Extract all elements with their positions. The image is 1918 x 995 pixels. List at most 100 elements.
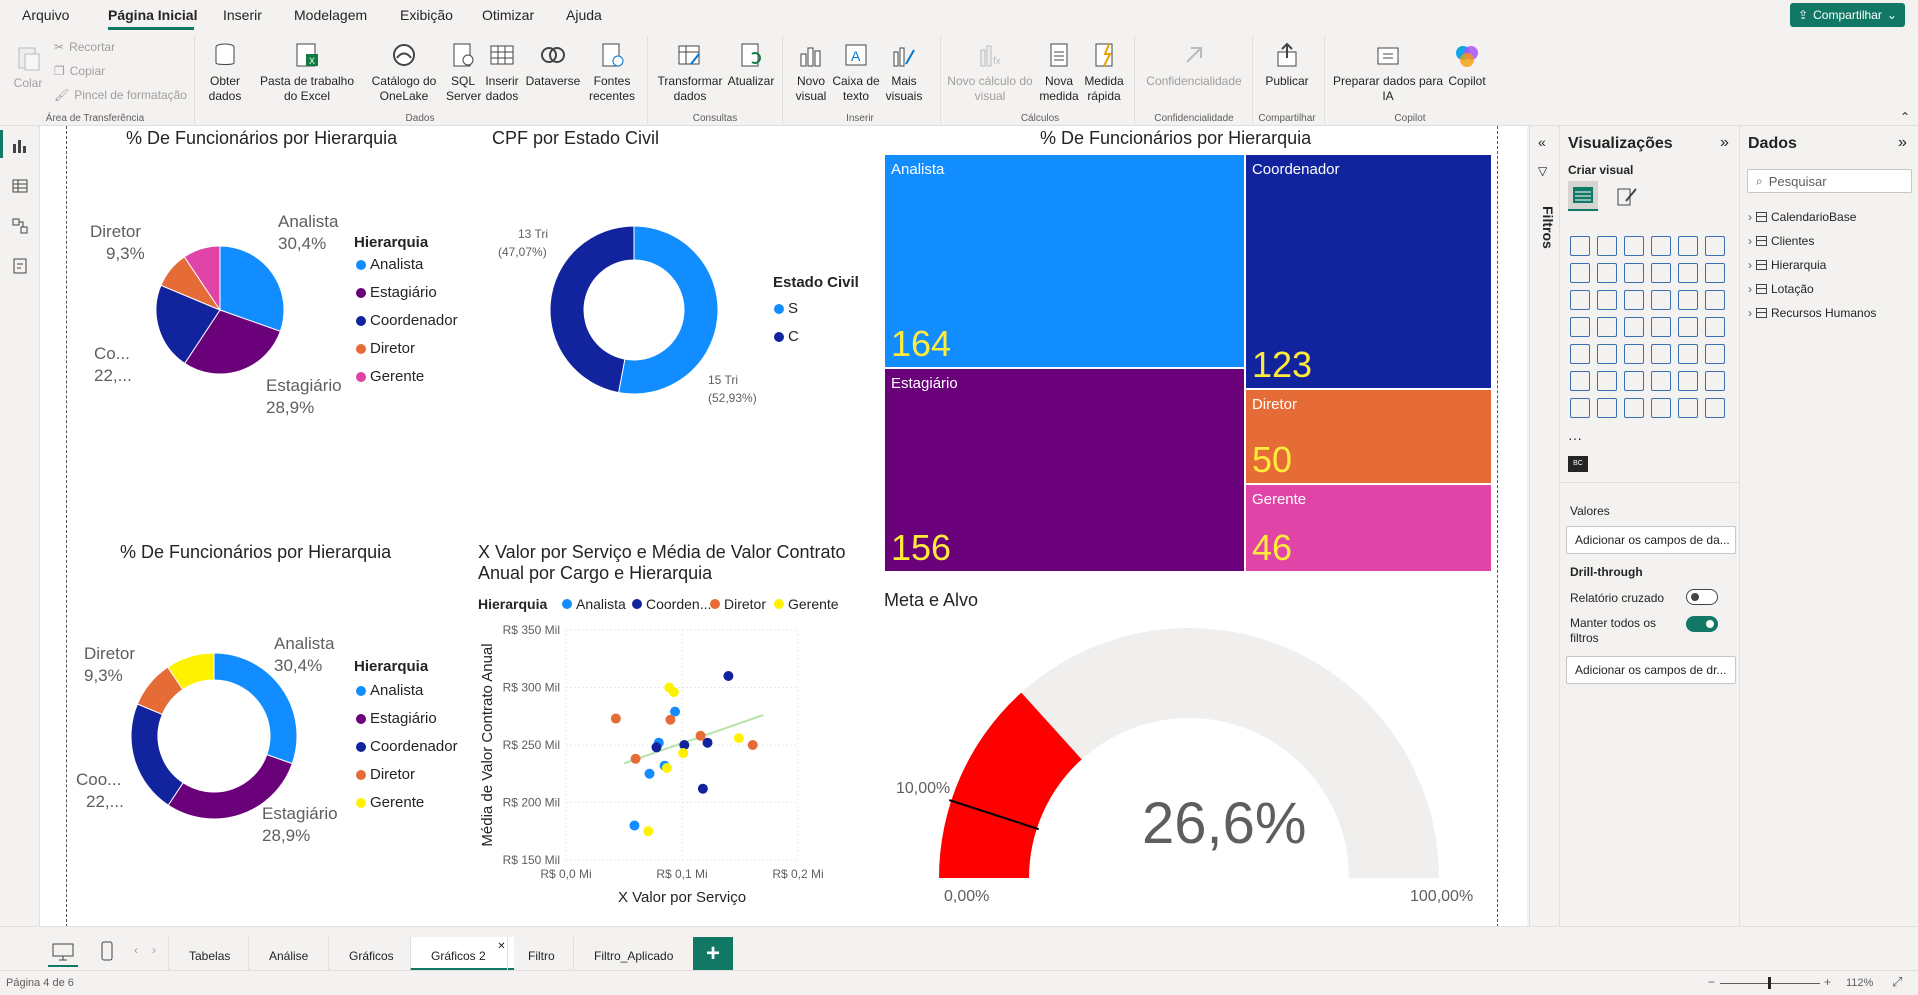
menu-modelagem[interactable]: Modelagem — [294, 7, 367, 23]
100-column-icon[interactable] — [1705, 236, 1725, 256]
zoom-slider-handle[interactable] — [1768, 977, 1771, 989]
treemap-cell-gerente[interactable]: Gerente 46 — [1245, 485, 1491, 571]
report-view-icon[interactable] — [10, 136, 30, 156]
area-icon[interactable] — [1597, 263, 1617, 283]
share-button[interactable]: ⇪ Compartilhar ⌄ — [1790, 3, 1905, 27]
paginated-icon[interactable] — [1705, 371, 1725, 391]
menu-ajuda[interactable]: Ajuda — [566, 7, 602, 23]
donut-cpf-legend-item[interactable]: S — [774, 300, 798, 317]
sensitivity-button[interactable]: Confidencialidade — [1140, 40, 1248, 89]
table-view-icon[interactable] — [10, 176, 30, 196]
key-influencers-icon[interactable] — [1597, 371, 1617, 391]
qa-icon[interactable] — [1651, 371, 1671, 391]
line-column-icon[interactable] — [1678, 263, 1698, 283]
scatter-legend-item[interactable]: Analista — [562, 596, 626, 612]
ribbon-icon[interactable] — [1651, 263, 1671, 283]
pie1-legend-item[interactable]: Gerente — [356, 368, 424, 385]
dax-query-view-icon[interactable] — [10, 256, 30, 276]
cut-button[interactable]: ✂ Recortar — [54, 40, 115, 54]
publish-button[interactable]: Publicar — [1260, 40, 1314, 89]
build-visual-tab[interactable] — [1568, 181, 1598, 211]
insert-data-button[interactable]: Inserir dados — [482, 40, 522, 104]
slicer-icon[interactable] — [1624, 344, 1644, 364]
scatter-legend-item[interactable]: Diretor — [710, 596, 766, 612]
menu-inserir[interactable]: Inserir — [223, 7, 262, 23]
custom-visual-icon[interactable]: BC — [1568, 456, 1588, 472]
python-icon[interactable] — [1570, 371, 1590, 391]
scatter-point[interactable] — [651, 742, 662, 753]
stacked-column-icon[interactable] — [1597, 236, 1617, 256]
scatter-point[interactable] — [610, 713, 621, 724]
recent-sources-button[interactable]: Fontes recentes — [584, 40, 640, 104]
shape-map-icon[interactable] — [1624, 317, 1644, 337]
keep-filters-toggle[interactable] — [1686, 616, 1718, 632]
tab-tabelas[interactable]: Tabelas — [168, 937, 250, 971]
more-visuals-ellipsis-icon[interactable]: ··· — [1568, 430, 1582, 446]
zoom-out-icon[interactable]: − — [1708, 975, 1715, 989]
text-box-button[interactable]: A Caixa de texto — [832, 40, 880, 104]
treemap-cell-estagiário[interactable]: Estagiário 156 — [885, 369, 1244, 571]
funnel-icon[interactable] — [1597, 290, 1617, 310]
gauge-chart[interactable] — [884, 610, 1494, 920]
card-icon[interactable] — [1705, 317, 1725, 337]
pie2-legend-item[interactable]: Gerente — [356, 794, 424, 811]
scatter-point[interactable] — [665, 714, 676, 725]
pie1-legend-item[interactable]: Analista — [356, 256, 423, 273]
azure-map-icon[interactable] — [1651, 317, 1671, 337]
scatter-point[interactable] — [747, 740, 758, 750]
donut-cpf-chart[interactable] — [546, 222, 722, 398]
copy-button[interactable]: ❐ Copiar — [54, 64, 105, 78]
line-icon[interactable] — [1570, 263, 1590, 283]
pie1-legend-item[interactable]: Estagiário — [356, 284, 437, 301]
100-bar-icon[interactable] — [1678, 236, 1698, 256]
tab-analise[interactable]: Análise — [248, 937, 328, 971]
menu-arquivo[interactable]: Arquivo — [22, 7, 69, 23]
scatter-point[interactable] — [697, 783, 708, 794]
values-drop-area[interactable]: Adicionar os campos de da... — [1566, 526, 1736, 554]
arcgis-icon[interactable] — [1705, 398, 1725, 418]
quick-measure-button[interactable]: Medida rápida — [1080, 40, 1128, 104]
filled-map-icon[interactable] — [1597, 317, 1617, 337]
model-view-icon[interactable] — [10, 216, 30, 236]
new-visual-button[interactable]: Novo visual — [788, 40, 834, 104]
pie2-slice-coordenador[interactable] — [130, 703, 184, 806]
matrix-icon[interactable] — [1678, 344, 1698, 364]
scatter-legend-item[interactable]: Coorden... — [632, 596, 711, 612]
prepare-ai-button[interactable]: Preparar dados para IA — [1332, 40, 1444, 104]
button-slicer-icon[interactable] — [1651, 398, 1671, 418]
zoom-in-icon[interactable]: + — [1824, 975, 1831, 989]
map-icon[interactable] — [1570, 317, 1590, 337]
chevron-right-icon[interactable]: › — [1748, 282, 1752, 296]
copilot-button[interactable]: Copilot — [1444, 40, 1490, 89]
power-apps-icon[interactable] — [1570, 398, 1590, 418]
chevron-right-icon[interactable]: » — [1898, 134, 1907, 152]
scatter-point[interactable] — [668, 687, 679, 698]
scatter-point[interactable] — [661, 763, 672, 773]
treemap-icon[interactable] — [1705, 290, 1725, 310]
scatter-point[interactable] — [695, 730, 706, 741]
chevron-right-icon[interactable]: › — [1748, 210, 1752, 224]
excel-workbook-button[interactable]: X Pasta de trabalho do Excel — [252, 40, 362, 104]
data-search-input[interactable]: ⌕ Pesquisar — [1747, 169, 1912, 193]
chevron-right-icon[interactable]: › — [1748, 234, 1752, 248]
refresh-button[interactable]: Atualizar — [726, 40, 776, 89]
table-icon[interactable] — [1651, 344, 1671, 364]
stacked-area-icon[interactable] — [1624, 263, 1644, 283]
scatter-point[interactable] — [644, 768, 655, 779]
treemap-cell-diretor[interactable]: Diretor 50 — [1245, 389, 1491, 484]
close-tab-icon[interactable]: ✕ — [497, 941, 505, 952]
scatter-icon[interactable] — [1624, 290, 1644, 310]
data-table-item[interactable]: › Recursos Humanos — [1748, 306, 1876, 320]
tab-filtro-aplicado[interactable]: Filtro_Aplicado — [573, 937, 695, 971]
scatter-point[interactable] — [630, 753, 641, 764]
r-visual-icon[interactable] — [1705, 344, 1725, 364]
fit-page-icon[interactable]: ⤢ — [1892, 974, 1902, 990]
donut-cpf-legend-item[interactable]: C — [774, 328, 799, 345]
scatter-chart[interactable]: R$ 350 Mil R$ 300 Mil R$ 250 Mil R$ 200 Mil… — [478, 618, 868, 908]
donut-icon[interactable] — [1678, 290, 1698, 310]
pie1-legend-item[interactable]: Coordenador — [356, 312, 458, 329]
tab-scroll-right-icon[interactable]: › — [152, 943, 156, 957]
stacked-bar-icon[interactable] — [1570, 236, 1590, 256]
pie1-legend-item[interactable]: Diretor — [356, 340, 415, 357]
pie-icon[interactable] — [1651, 290, 1671, 310]
